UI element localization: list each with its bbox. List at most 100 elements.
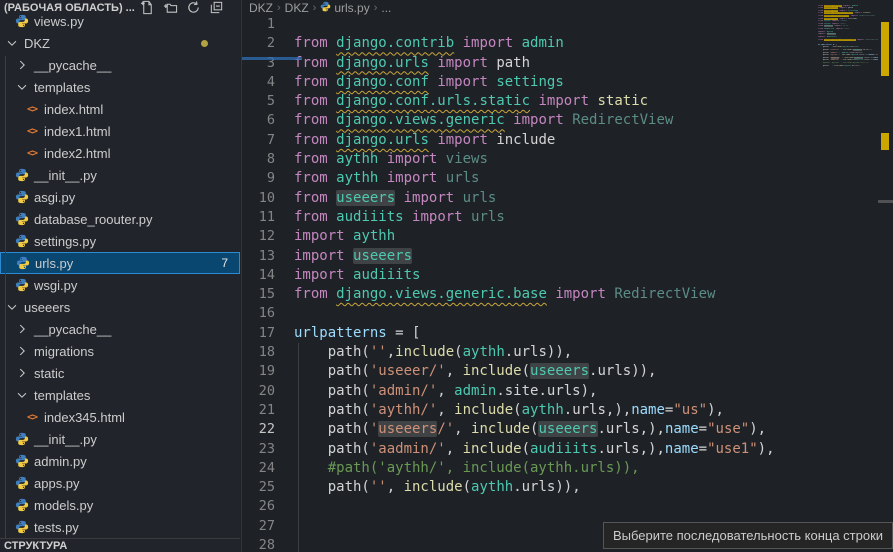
tree-item-useeers[interactable]: useeers — [0, 296, 240, 318]
collapse-all-icon[interactable] — [209, 0, 224, 15]
code-line-18[interactable]: 18 path('',include(aythh.urls)), — [242, 343, 893, 362]
tree-item-models-py[interactable]: models.py — [0, 494, 240, 516]
line-number: 8 — [242, 150, 275, 169]
code-line-5[interactable]: 5from django.conf.urls.static import sta… — [242, 92, 893, 111]
code-line-23[interactable]: 23 path('aadmin/', include(audiiits.urls… — [242, 440, 893, 459]
line-number: 24 — [242, 459, 275, 478]
line-number: 25 — [242, 478, 275, 497]
line-content: from django.urls import path — [275, 54, 530, 73]
workspace-section-header[interactable]: (РАБОЧАЯ ОБЛАСТЬ) ... — [0, 0, 240, 15]
code-line-12[interactable]: 12import aythh — [242, 227, 893, 246]
code-line-2[interactable]: 2from django.contrib import admin — [242, 34, 893, 53]
code-line-4[interactable]: 4from django.conf import settings — [242, 73, 893, 92]
code-line-26[interactable]: 26 — [242, 497, 893, 516]
tree-item--pycache-[interactable]: __pycache__ — [0, 318, 240, 340]
code-line-16[interactable]: 16 — [242, 304, 893, 323]
tree-item-index2-html[interactable]: <>index2.html — [0, 142, 240, 164]
code-line-20[interactable]: 20 path('admin/', admin.site.urls), — [242, 382, 893, 401]
code-line-17[interactable]: 17urlpatterns = [ — [242, 324, 893, 343]
line-number: 21 — [242, 401, 275, 420]
minimap[interactable]: from django.contrib import adminfrom dja… — [818, 2, 878, 88]
breadcrumb-item[interactable]: DKZ — [249, 1, 273, 15]
tree-item-asgi-py[interactable]: asgi.py — [0, 186, 240, 208]
overview-ruler[interactable] — [878, 0, 893, 552]
new-folder-icon[interactable] — [163, 0, 178, 15]
python-icon — [14, 497, 30, 513]
tree-item-label: migrations — [34, 344, 94, 359]
refresh-icon[interactable] — [186, 0, 201, 15]
line-number: 19 — [242, 362, 275, 381]
code-line-6[interactable]: 6from django.views.generic import Redire… — [242, 111, 893, 130]
line-number: 26 — [242, 497, 275, 516]
line-content — [275, 15, 294, 34]
html-icon: <> — [24, 145, 40, 161]
html-icon: <> — [24, 101, 40, 117]
minimap-line — [818, 72, 878, 75]
breadcrumb-item-file[interactable]: urls.py — [320, 1, 369, 15]
code-line-14[interactable]: 14import audiiits — [242, 266, 893, 285]
outline-section-header[interactable]: СТРУКТУРА — [0, 538, 240, 552]
tree-item-wsgi-py[interactable]: wsgi.py — [0, 274, 240, 296]
line-content: from django.urls import include — [275, 131, 555, 150]
line-content: path('aythh/', include(aythh.urls,),name… — [275, 401, 724, 420]
minimap-line: from django.views.generic.base import Re… — [818, 39, 878, 42]
python-icon — [15, 255, 31, 271]
line-content: import audiiits — [275, 266, 420, 285]
code-line-10[interactable]: 10from useeers import urls — [242, 189, 893, 208]
explorer-sidebar: views.pyDKZ__pycache__templates<>index.h… — [0, 0, 240, 552]
code-line-11[interactable]: 11from audiiits import urls — [242, 208, 893, 227]
tree-item-index345-html[interactable]: <>index345.html — [0, 406, 240, 428]
tree-item-label: __pycache__ — [34, 322, 111, 337]
code-line-9[interactable]: 9from aythh import urls — [242, 169, 893, 188]
code-line-15[interactable]: 15from django.views.generic.base import … — [242, 285, 893, 304]
tree-item-label: templates — [34, 388, 90, 403]
tree-item-database-roouter-py[interactable]: database_roouter.py — [0, 208, 240, 230]
code-line-25[interactable]: 25 path('', include(aythh.urls)), — [242, 478, 893, 497]
tree-item-dkz[interactable]: DKZ — [0, 32, 240, 54]
tree-item--pycache-[interactable]: __pycache__ — [0, 54, 240, 76]
tree-item-migrations[interactable]: migrations — [0, 340, 240, 362]
code-line-3[interactable]: 3from django.urls import path — [242, 54, 893, 73]
tree-item-static[interactable]: static — [0, 362, 240, 384]
code-line-24[interactable]: 24 #path('aythh/', include(aythh.urls)), — [242, 459, 893, 478]
modified-dot-icon — [201, 40, 208, 47]
line-content — [275, 517, 294, 536]
tree-item--init-py[interactable]: __init__.py — [0, 164, 240, 186]
tree-item-apps-py[interactable]: apps.py — [0, 472, 240, 494]
tree-item-templates[interactable]: templates — [0, 384, 240, 406]
breadcrumb-item[interactable]: ... — [381, 1, 391, 15]
tree-item-settings-py[interactable]: settings.py — [0, 230, 240, 252]
tree-item-tests-py[interactable]: tests.py — [0, 516, 240, 538]
tree-item-label: admin.py — [34, 454, 87, 469]
python-icon — [14, 211, 30, 227]
chevron-down-icon — [14, 79, 30, 95]
breadcrumb-separator: › — [374, 2, 378, 14]
line-number: 23 — [242, 440, 275, 459]
python-icon — [14, 431, 30, 447]
warning-marker — [881, 133, 889, 150]
tree-item-urls-py[interactable]: urls.py7 — [0, 252, 240, 274]
tree-item-index1-html[interactable]: <>index1.html — [0, 120, 240, 142]
code-line-22[interactable]: 22 path('useeers/', include(useeers.urls… — [242, 420, 893, 439]
chevron-down-icon — [4, 35, 20, 51]
code-line-8[interactable]: 8from aythh import views — [242, 150, 893, 169]
tree-item-templates[interactable]: templates — [0, 76, 240, 98]
chevron-right-icon — [14, 343, 30, 359]
code-line-7[interactable]: 7from django.urls import include — [242, 131, 893, 150]
line-number: 10 — [242, 189, 275, 208]
code-line-19[interactable]: 19 path('useeer/', include(useeers.urls)… — [242, 362, 893, 381]
line-content: from django.views.generic.base import Re… — [275, 285, 715, 304]
code-line-21[interactable]: 21 path('aythh/', include(aythh.urls,),n… — [242, 401, 893, 420]
line-content — [275, 304, 294, 323]
code-area: 12from django.contrib import admin3from … — [242, 15, 893, 552]
line-content: #path('aythh/', include(aythh.urls)), — [275, 459, 640, 478]
new-file-icon[interactable] — [140, 0, 155, 15]
breadcrumb-item[interactable]: DKZ — [285, 1, 309, 15]
line-content: urlpatterns = [ — [275, 324, 420, 343]
code-line-13[interactable]: 13import useeers — [242, 247, 893, 266]
code-line-1[interactable]: 1 — [242, 15, 893, 34]
tree-item--init-py[interactable]: __init__.py — [0, 428, 240, 450]
tree-item-admin-py[interactable]: admin.py — [0, 450, 240, 472]
line-number: 6 — [242, 111, 275, 130]
tree-item-index-html[interactable]: <>index.html — [0, 98, 240, 120]
